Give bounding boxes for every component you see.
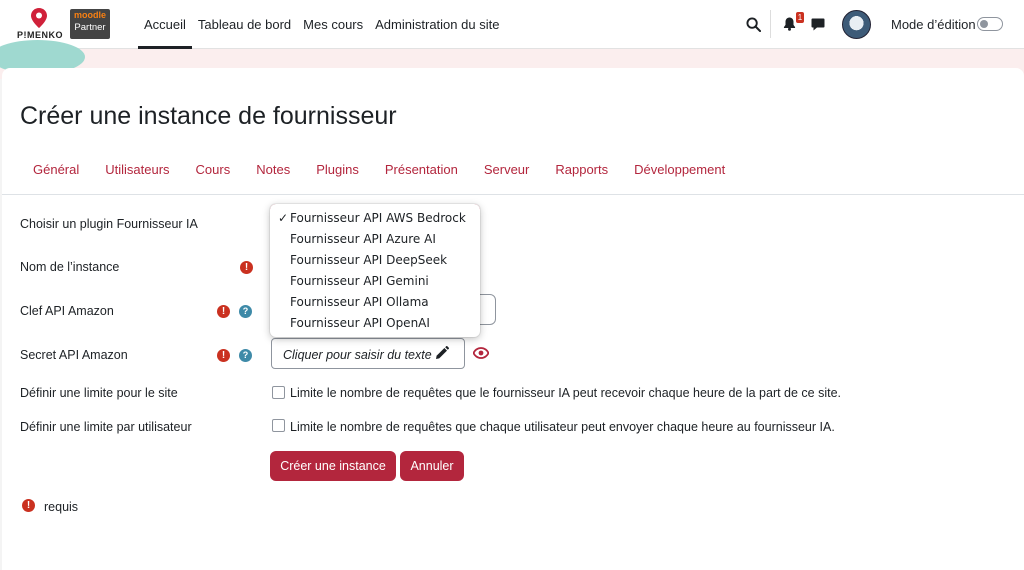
- search-icon[interactable]: [742, 13, 764, 35]
- tab-cours[interactable]: Cours: [183, 158, 244, 182]
- admin-tabs: Général Utilisateurs Cours Notes Plugins…: [20, 158, 738, 182]
- partner-label: Partner: [74, 22, 106, 33]
- navbar-divider: [770, 10, 771, 38]
- moodle-partner-logo: moodle Partner: [70, 9, 110, 39]
- required-legend: requis: [44, 500, 79, 514]
- nav-link-tableau-de-bord[interactable]: Tableau de bord: [192, 0, 297, 49]
- tab-presentation[interactable]: Présentation: [372, 158, 471, 182]
- dropdown-option-deepseek[interactable]: Fournisseur API DeepSeek: [270, 250, 480, 271]
- required-icon: !: [22, 499, 35, 512]
- help-icon[interactable]: ?: [239, 305, 252, 318]
- edit-mode-label: Mode d’édition: [891, 17, 976, 32]
- user-limit-checkbox[interactable]: [272, 419, 285, 432]
- plugin-dropdown-menu: ✓ Fournisseur API AWS Bedrock Fournisseu…: [270, 204, 480, 337]
- location-pin-icon: [31, 8, 47, 28]
- main-content-card: Créer une instance de fournisseur Généra…: [2, 68, 1024, 570]
- pencil-icon: [436, 346, 449, 359]
- option-label: Fournisseur API Gemini: [290, 274, 429, 288]
- dropdown-option-gemini[interactable]: Fournisseur API Gemini: [270, 271, 480, 292]
- edit-mode-toggle[interactable]: [977, 17, 1003, 31]
- tab-general[interactable]: Général: [20, 158, 92, 182]
- tab-utilisateurs[interactable]: Utilisateurs: [92, 158, 182, 182]
- option-label: Fournisseur API DeepSeek: [290, 253, 448, 267]
- required-icon: !: [240, 261, 253, 274]
- moodle-wordmark: moodle: [73, 10, 106, 20]
- dropdown-option-azure-ai[interactable]: Fournisseur API Azure AI: [270, 229, 480, 250]
- api-secret-placeholder: Cliquer pour saisir du texte: [283, 348, 432, 362]
- top-navbar: P!MENKO moodle Partner Accueil Tableau d…: [0, 0, 1024, 49]
- site-logo[interactable]: P!MENKO: [16, 8, 64, 42]
- nav-link-accueil[interactable]: Accueil: [138, 0, 192, 49]
- api-secret-label: Secret API Amazon: [20, 348, 128, 362]
- api-secret-field[interactable]: Cliquer pour saisir du texte: [271, 338, 465, 369]
- user-limit-label: Définir une limite par utilisateur: [20, 420, 192, 434]
- tabs-divider: [2, 194, 1024, 195]
- brand-name: P!MENKO: [17, 30, 63, 40]
- tab-rapports[interactable]: Rapports: [542, 158, 621, 182]
- user-avatar[interactable]: [842, 10, 871, 39]
- site-limit-description: Limite le nombre de requêtes que le four…: [290, 386, 842, 400]
- tab-notes[interactable]: Notes: [243, 158, 303, 182]
- dropdown-option-aws-bedrock[interactable]: ✓ Fournisseur API AWS Bedrock: [270, 208, 480, 229]
- option-label: Fournisseur API OpenAI: [290, 316, 430, 330]
- plugin-select-label: Choisir un plugin Fournisseur IA: [20, 217, 198, 231]
- nav-link-mes-cours[interactable]: Mes cours: [297, 0, 369, 49]
- option-label: Fournisseur API AWS Bedrock: [290, 211, 466, 225]
- option-label: Fournisseur API Azure AI: [290, 232, 436, 246]
- dropdown-option-openai[interactable]: Fournisseur API OpenAI: [270, 313, 480, 334]
- chat-icon[interactable]: [807, 13, 829, 35]
- tab-plugins[interactable]: Plugins: [303, 158, 372, 182]
- cancel-button[interactable]: Annuler: [400, 451, 464, 481]
- checkmark-icon: ✓: [278, 211, 289, 225]
- instance-name-label: Nom de l’instance: [20, 260, 120, 274]
- page-title: Créer une instance de fournisseur: [20, 102, 397, 130]
- site-limit-checkbox[interactable]: [272, 386, 285, 399]
- help-icon[interactable]: ?: [239, 349, 252, 362]
- show-password-eye-icon[interactable]: [473, 347, 489, 359]
- nav-link-administration[interactable]: Administration du site: [369, 0, 505, 49]
- required-icon: !: [217, 305, 230, 318]
- notification-count-badge: 1: [796, 12, 804, 23]
- primary-navigation: Accueil Tableau de bord Mes cours Admini…: [138, 0, 505, 49]
- required-icon: !: [217, 349, 230, 362]
- user-limit-description: Limite le nombre de requêtes que chaque …: [290, 420, 835, 434]
- tab-serveur[interactable]: Serveur: [471, 158, 543, 182]
- option-label: Fournisseur API Ollama: [290, 295, 429, 309]
- tab-developpement[interactable]: Développement: [621, 158, 738, 182]
- create-instance-button[interactable]: Créer une instance: [270, 451, 396, 481]
- dropdown-option-ollama[interactable]: Fournisseur API Ollama: [270, 292, 480, 313]
- api-key-label: Clef API Amazon: [20, 304, 114, 318]
- site-limit-label: Définir une limite pour le site: [20, 386, 178, 400]
